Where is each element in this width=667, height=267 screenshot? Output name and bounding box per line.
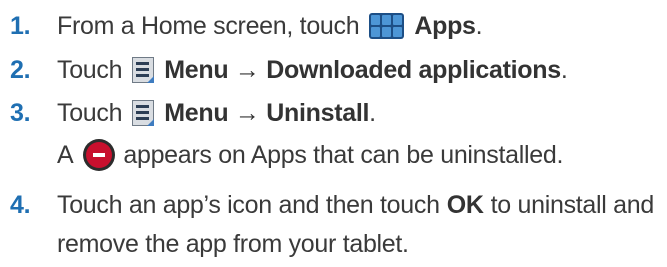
menu-path-label: Menu → Uninstall bbox=[164, 98, 370, 127]
step-number: 3. bbox=[10, 98, 31, 127]
step-text: Touch an app’s icon and then touch OK to… bbox=[57, 191, 654, 220]
step-text-lead: A bbox=[57, 140, 74, 169]
step-text-tail: . bbox=[560, 55, 568, 84]
step-number: 1. bbox=[10, 11, 31, 40]
step-text-lead: From a Home screen, touch bbox=[57, 11, 360, 40]
menu-icon bbox=[132, 57, 155, 83]
step-text-lead: Touch bbox=[57, 55, 123, 84]
step-text-continuation: remove the app from your tablet. bbox=[57, 229, 409, 258]
step-text: Touch Menu → Downloaded applications . bbox=[57, 55, 568, 85]
ok-label: OK bbox=[446, 190, 484, 219]
menu-icon bbox=[132, 100, 155, 126]
step-text: remove the app from your tablet. bbox=[57, 230, 409, 259]
step-text-lead: Touch an app’s icon and then touch bbox=[57, 190, 440, 219]
step-text: From a Home screen, touch Apps . bbox=[57, 11, 483, 41]
apps-grid-icon bbox=[369, 13, 405, 39]
menu-path-label: Menu → Downloaded applications bbox=[164, 55, 561, 84]
step-text: A appears on Apps that can be uninstalle… bbox=[57, 139, 563, 171]
step-text-tail: . bbox=[475, 11, 483, 40]
step-text-tail: . bbox=[369, 98, 376, 127]
step-number: 2. bbox=[10, 55, 31, 84]
step-text-lead: Touch bbox=[57, 98, 123, 127]
step-number: 4. bbox=[10, 190, 31, 219]
remove-minus-icon bbox=[83, 139, 116, 171]
step-text-tail: to uninstall and bbox=[490, 190, 655, 219]
step-text-tail: appears on Apps that can be uninstalled. bbox=[123, 140, 564, 169]
apps-label: Apps bbox=[414, 11, 476, 40]
step-text: Touch Menu → Uninstall . bbox=[57, 99, 376, 128]
